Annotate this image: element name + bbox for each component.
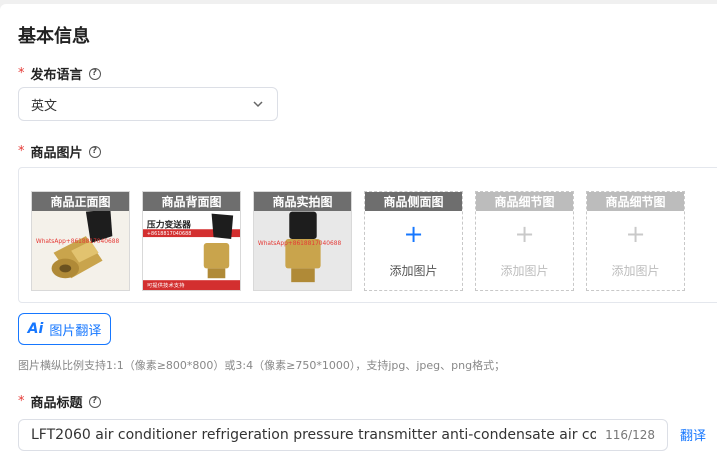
image-translate-label: 图片翻译 <box>49 323 102 339</box>
image-slot-title: 商品细节图 <box>587 192 684 211</box>
section-title: 基本信息 <box>18 26 90 47</box>
translate-link[interactable]: 翻译 <box>680 425 706 444</box>
image-slot-title: 商品正面图 <box>32 192 129 211</box>
image-slot-title: 商品侧面图 <box>365 192 462 211</box>
required-mark: * <box>18 394 25 409</box>
plus-icon: + <box>625 220 646 248</box>
photo-watermark: +8618817040688 <box>147 231 191 237</box>
language-label-row: * 发布语言 ? <box>18 64 101 83</box>
add-image-label: 添加图片 <box>500 264 549 278</box>
language-label: 发布语言 <box>30 68 83 83</box>
title-label-row: * 商品标题 ? <box>18 392 101 411</box>
product-title-value: LFT2060 air conditioner refrigeration pr… <box>31 427 596 443</box>
image-slot-title: 商品背面图 <box>143 192 240 211</box>
image-slot-title: 商品实拍图 <box>254 192 351 211</box>
image-slot-real[interactable]: 商品实拍图 WhatsApp+8618817040688 <box>253 191 352 291</box>
language-select-value: 英文 <box>31 98 58 114</box>
photo-watermark: WhatsApp+8618817040688 <box>258 241 342 247</box>
photo-overlay-text: 压力变送器 <box>147 218 191 230</box>
image-slot-front[interactable]: 商品正面图 WhatsApp+8618817040688 <box>31 191 130 291</box>
images-label-row: * 商品图片 ? <box>18 142 101 161</box>
ai-icon: Ai <box>27 321 44 337</box>
image-slot-detail-2: 商品细节图 + 添加图片 <box>586 191 685 291</box>
image-slot-back[interactable]: 商品背面图 +8618817040688 压力变送器 可提供技术支持 <box>142 191 241 291</box>
chevron-down-icon <box>253 101 263 108</box>
product-title-input[interactable]: LFT2060 air conditioner refrigeration pr… <box>18 419 668 451</box>
question-circle-icon[interactable]: ? <box>88 145 101 158</box>
plus-icon: + <box>403 220 424 248</box>
title-label: 商品标题 <box>30 396 83 411</box>
char-counter: 116/128 <box>605 428 655 442</box>
image-format-hint: 图片横纵比例支持1:1（像素≥800*800）或3:4（像素≥750*1000）… <box>18 359 506 372</box>
photo-watermark: WhatsApp+8618817040688 <box>36 239 120 245</box>
images-label: 商品图片 <box>30 146 83 161</box>
add-image-label: 添加图片 <box>611 264 660 278</box>
required-mark: * <box>18 66 25 81</box>
plus-icon: + <box>514 220 535 248</box>
add-image-label: 添加图片 <box>389 264 438 278</box>
language-select[interactable]: 英文 <box>18 87 278 121</box>
required-mark: * <box>18 144 25 159</box>
image-slot-detail-1: 商品细节图 + 添加图片 <box>475 191 574 291</box>
image-slot-title: 商品细节图 <box>476 192 573 211</box>
question-circle-icon[interactable]: ? <box>88 395 101 408</box>
question-circle-icon[interactable]: ? <box>88 67 101 80</box>
image-translate-button[interactable]: Ai 图片翻译 <box>18 313 111 345</box>
photo-footer-text: 可提供技术支持 <box>147 281 185 289</box>
image-slot-side[interactable]: 商品侧面图 + 添加图片 <box>364 191 463 291</box>
